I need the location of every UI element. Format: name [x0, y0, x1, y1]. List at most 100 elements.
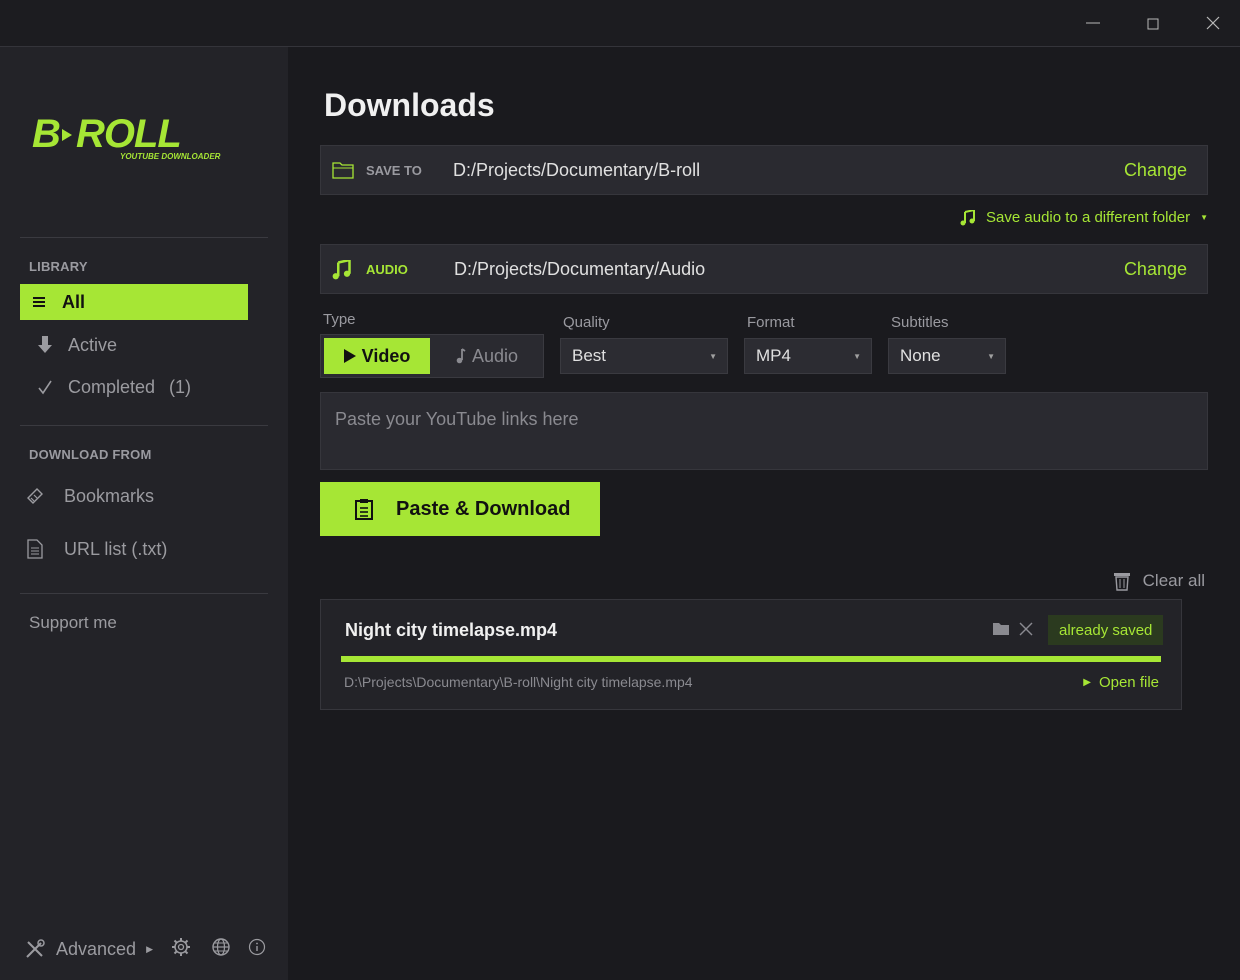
type-audio-button[interactable]: Audio — [433, 338, 541, 374]
save-to-row: SAVE TO D:/Projects/Documentary/B-roll C… — [320, 145, 1208, 195]
sidebar-divider — [20, 425, 268, 426]
save-to-change-button[interactable]: Change — [1124, 160, 1187, 181]
settings-button[interactable] — [171, 937, 191, 962]
caret-right-icon: ▶ — [146, 943, 153, 954]
music-note-icon — [456, 348, 466, 364]
list-icon — [24, 296, 54, 308]
audio-path: D:/Projects/Documentary/Audio — [454, 259, 706, 279]
open-file-button[interactable]: ▶ Open file — [1083, 674, 1159, 691]
type-video-button[interactable]: Video — [324, 338, 430, 374]
play-icon: ▶ — [1083, 677, 1091, 688]
download-arrow-icon — [30, 336, 60, 354]
close-icon — [1206, 16, 1220, 30]
download-filename: Night city timelapse.mp4 — [345, 620, 558, 640]
minimize-button[interactable] — [1063, 0, 1123, 46]
type-label: Type — [323, 311, 356, 328]
paste-and-download-button[interactable]: Paste & Download — [320, 482, 600, 536]
info-icon — [248, 938, 266, 956]
advanced-button[interactable]: Advanced ▶ — [24, 938, 153, 960]
play-icon — [343, 349, 356, 363]
subtitles-select[interactable]: None ▼ — [888, 338, 1006, 374]
quality-label: Quality — [563, 314, 610, 331]
close-button[interactable] — [1183, 0, 1240, 46]
clear-all-button[interactable]: Clear all — [1113, 571, 1205, 591]
svg-text:YOUTUBE DOWNLOADER: YOUTUBE DOWNLOADER — [120, 152, 221, 161]
paste-button-label: Paste & Download — [396, 497, 571, 520]
download-from-section-label: DOWNLOAD FROM — [29, 447, 152, 462]
file-icon — [20, 539, 50, 559]
links-placeholder: Paste your YouTube links here — [335, 409, 579, 429]
type-toggle: Video Audio — [320, 334, 544, 378]
status-badge: already saved — [1048, 615, 1164, 645]
type-audio-label: Audio — [471, 345, 519, 366]
support-me-link[interactable]: Support me — [29, 613, 117, 633]
audio-change-button[interactable]: Change — [1124, 259, 1187, 280]
info-button[interactable] — [248, 938, 266, 961]
chevron-down-icon: ▼ — [853, 352, 861, 361]
sidebar-item-label: Bookmarks — [64, 485, 155, 506]
music-note-icon — [332, 258, 352, 285]
sidebar-divider — [20, 237, 268, 238]
quality-select[interactable]: Best ▼ — [560, 338, 728, 374]
chevron-down-icon: ▼ — [709, 352, 717, 361]
subtitles-label: Subtitles — [891, 314, 949, 331]
minimize-icon — [1086, 22, 1100, 24]
gear-icon — [172, 938, 190, 956]
sidebar-divider — [20, 593, 268, 594]
progress-fill — [341, 656, 1161, 662]
youtube-links-input[interactable]: Paste your YouTube links here — [320, 392, 1208, 470]
maximize-button[interactable] — [1123, 0, 1183, 46]
clipboard-icon — [355, 499, 373, 520]
bookmark-icon — [20, 486, 50, 506]
maximize-icon — [1147, 18, 1159, 30]
sidebar: B ROLL YOUTUBE DOWNLOADER LIBRARY All Ac… — [0, 47, 288, 980]
sidebar-item-label: All — [62, 291, 86, 312]
music-note-icon — [960, 209, 976, 225]
type-video-label: Video — [361, 345, 411, 366]
globe-icon — [212, 938, 230, 956]
format-value: MP4 — [756, 346, 791, 365]
close-icon — [1019, 622, 1033, 636]
open-file-label: Open file — [1098, 674, 1159, 691]
sidebar-item-label: Active — [68, 334, 118, 355]
sidebar-item-active[interactable]: Active — [20, 327, 248, 363]
caret-down-icon: ▼ — [1200, 213, 1208, 222]
save-audio-different-folder-toggle[interactable]: Save audio to a different folder ▼ — [960, 209, 1208, 226]
sidebar-item-label: Completed — [68, 376, 156, 397]
sidebar-item-bookmarks[interactable]: Bookmarks — [20, 478, 248, 514]
clear-all-label: Clear all — [1142, 571, 1205, 590]
check-icon — [30, 379, 60, 395]
advanced-label: Advanced — [56, 938, 137, 959]
sidebar-item-completed[interactable]: Completed (1) — [20, 369, 248, 405]
page-title: Downloads — [324, 87, 495, 123]
save-audio-toggle-label: Save audio to a different folder — [986, 209, 1191, 226]
sidebar-bottom-bar: Advanced ▶ — [0, 932, 288, 964]
download-progress-bar — [341, 656, 1161, 662]
audio-row: AUDIO D:/Projects/Documentary/Audio Chan… — [320, 244, 1208, 294]
subtitles-value: None — [900, 346, 941, 365]
sidebar-item-url-list[interactable]: URL list (.txt) — [20, 531, 248, 567]
quality-value: Best — [572, 346, 607, 365]
trash-icon — [1113, 573, 1130, 591]
sidebar-item-label: URL list (.txt) — [64, 538, 168, 559]
audio-label: AUDIO — [366, 262, 408, 277]
tools-icon — [26, 939, 45, 958]
svg-text:B: B — [32, 115, 60, 156]
completed-count: (1) — [169, 376, 192, 397]
language-button[interactable] — [211, 937, 231, 962]
title-bar — [0, 0, 1240, 47]
remove-download-button[interactable] — [1019, 622, 1033, 641]
sidebar-item-all[interactable]: All — [20, 284, 248, 320]
save-to-path: D:/Projects/Documentary/B-roll — [453, 160, 701, 180]
open-folder-button[interactable] — [993, 622, 1009, 641]
chevron-down-icon: ▼ — [987, 352, 995, 361]
download-item: Night city timelapse.mp4 already saved D… — [320, 599, 1182, 710]
format-label: Format — [747, 314, 795, 331]
folder-icon — [332, 160, 354, 185]
folder-icon — [993, 623, 1009, 635]
format-select[interactable]: MP4 ▼ — [744, 338, 872, 374]
download-path: D:\Projects\Documentary\B-roll\Night cit… — [344, 674, 693, 690]
svg-text:ROLL: ROLL — [76, 115, 181, 156]
main-panel: Downloads SAVE TO D:/Projects/Documentar… — [288, 47, 1240, 980]
app-logo: B ROLL YOUTUBE DOWNLOADER — [32, 112, 254, 163]
